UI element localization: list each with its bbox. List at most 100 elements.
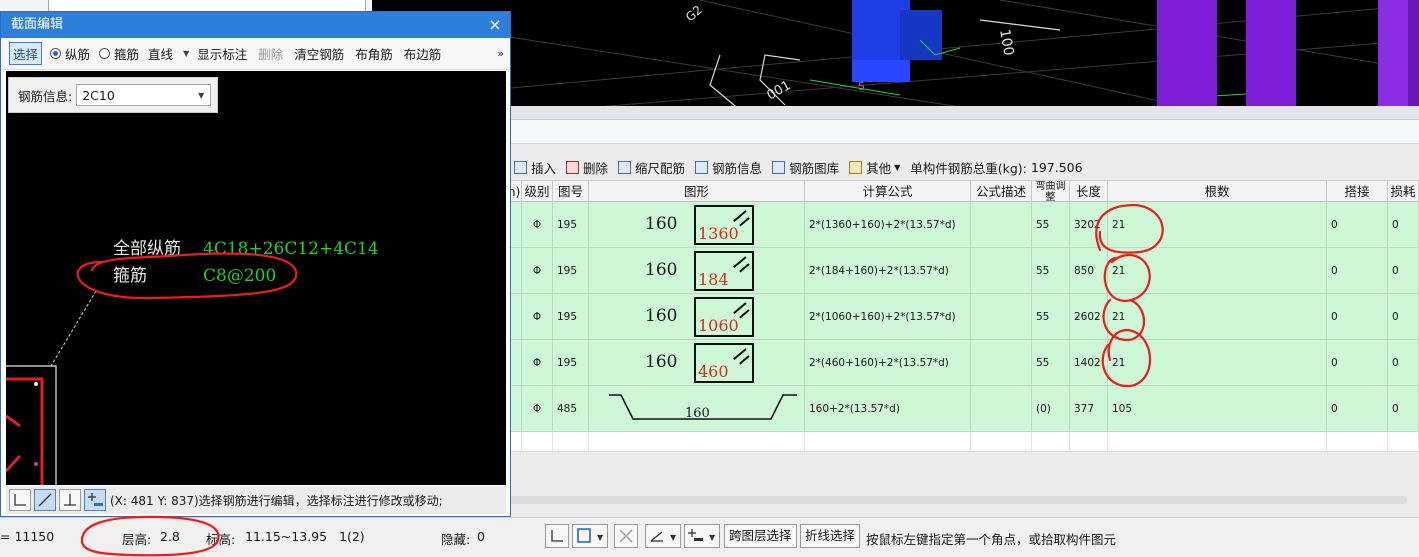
show-annotation-button[interactable]: 显示标注 xyxy=(197,44,247,63)
col-header-formula[interactable]: 计算公式 xyxy=(805,181,971,202)
purple-column-2 xyxy=(1246,0,1296,106)
table-row[interactable]: Φ 195 160 460 2*(460+160)+2*(13.57*d) 55… xyxy=(507,340,1419,386)
figure-no-cell: 195 xyxy=(553,340,589,385)
lap-cell: 0 xyxy=(1327,340,1388,385)
col-header-shape[interactable]: 图形 xyxy=(589,181,805,202)
section-canvas[interactable]: 钢筋信息: 2C10 ▼ 全部纵筋 4C18+26C12+4C14 箍筋 C8@200 xyxy=(6,71,506,485)
lap-cell: 0 xyxy=(1327,248,1388,293)
table-row-empty[interactable] xyxy=(507,432,1419,452)
formula-cell: 2*(1360+160)+2*(13.57*d) xyxy=(805,202,971,247)
loss-cell: 0 xyxy=(1388,340,1419,385)
formula-desc-cell xyxy=(971,294,1032,339)
delete-button[interactable]: 删除 xyxy=(258,44,283,63)
svg-text:▼: ▼ xyxy=(597,533,604,542)
count-cell: 21 xyxy=(1108,248,1327,293)
other-icon xyxy=(849,160,863,174)
longitudinal-radio[interactable]: 纵筋 xyxy=(50,44,90,63)
rebar-grid-header: n) 级别 图号 图形 计算公式 公式描述 弯曲调整 长度 根数 搭接 损耗 xyxy=(507,180,1419,202)
polyline-select-button[interactable]: 折线选择 xyxy=(800,524,861,548)
loss-cell: 0 xyxy=(1388,248,1419,293)
more-tools-icon[interactable]: » xyxy=(497,47,504,60)
col-header-figure-no[interactable]: 图号 xyxy=(553,181,589,202)
angle-mode-button[interactable]: ▼ xyxy=(645,524,681,548)
scale-rebar-button[interactable]: 缩尺配筋 xyxy=(618,158,685,177)
cancel-snap-button[interactable] xyxy=(614,524,638,548)
snap-box-icon: ▼ xyxy=(577,528,604,543)
col-header-count[interactable]: 根数 xyxy=(1108,181,1327,202)
col-header-formula-desc[interactable]: 公式描述 xyxy=(971,181,1032,202)
dialog-status-text: (X: 481 Y: 837)选择钢筋进行编辑，选择标注进行修改或移动; xyxy=(110,493,443,508)
elevation-label: 标高: xyxy=(206,532,236,547)
loss-cell: 0 xyxy=(1388,294,1419,339)
table-row[interactable]: Φ 195 160 1360 2*(1360+160)+2*(13.57*d) … xyxy=(507,202,1419,248)
rebar-info-button[interactable]: 钢筋信息 xyxy=(695,158,762,177)
lap-cell: 0 xyxy=(1327,202,1388,247)
floor-height-value: 2.8 xyxy=(160,529,180,544)
add-dimension-button[interactable] xyxy=(84,489,106,511)
axis-label-g2: G2 xyxy=(683,3,705,25)
dialog-title[interactable]: 截面编辑 xyxy=(1,12,510,38)
shape-cell: 160 460 xyxy=(589,340,805,385)
formula-desc-cell xyxy=(971,248,1032,293)
rebar-library-button[interactable]: 钢筋图库 xyxy=(772,158,839,177)
formula-cell: 2*(1060+160)+2*(13.57*d) xyxy=(805,294,971,339)
diagonal-snap-button[interactable] xyxy=(34,489,56,511)
length-cell: 2602 xyxy=(1070,294,1108,339)
col-header-length[interactable]: 长度 xyxy=(1070,181,1108,202)
col-header-lap[interactable]: 搭接 xyxy=(1327,181,1388,202)
close-button[interactable]: × xyxy=(486,12,504,38)
section-drawing xyxy=(6,290,97,485)
ortho-mode-button[interactable] xyxy=(545,524,569,548)
info-icon xyxy=(695,160,709,174)
object-snap-button[interactable]: ▼ xyxy=(572,524,608,548)
insert-icon xyxy=(514,160,527,174)
section-editor-dialog: 截面编辑 × 选择 纵筋 箍筋 直线 ▼ 显示标注 删除 清空钢筋 布角筋 布边筋… xyxy=(0,11,511,517)
length-cell: 3202 xyxy=(1070,202,1108,247)
col-header-grade[interactable]: 级别 xyxy=(522,181,553,202)
insert-button[interactable]: 插入 xyxy=(514,158,556,177)
bend-cell: 55 xyxy=(1032,248,1070,293)
col-header-loss[interactable]: 损耗 xyxy=(1388,181,1419,202)
grade-cell: Φ xyxy=(522,294,553,339)
ortho-snap-button[interactable] xyxy=(9,489,31,511)
bend-cell: (0) xyxy=(1032,386,1070,431)
dimension-mode-button[interactable]: ▼ xyxy=(684,524,720,548)
col-header-bend-adjust[interactable]: 弯曲调整 xyxy=(1032,181,1070,202)
purple-column-3 xyxy=(1378,0,1408,106)
select-button[interactable]: 选择 xyxy=(9,42,43,65)
loss-cell: 0 xyxy=(1388,386,1419,431)
delete-row-button[interactable]: 删除 xyxy=(566,158,608,177)
svg-text:▼: ▼ xyxy=(670,533,677,542)
cross-layer-select-button[interactable]: 跨图层选择 xyxy=(724,524,797,548)
radio-unchecked-icon xyxy=(99,48,111,59)
angle-icon: ▼ xyxy=(650,531,677,542)
dim-b: 1060 xyxy=(698,316,739,335)
table-row[interactable]: Φ 195 160 1060 2*(1060+160)+2*(13.57*d) … xyxy=(507,294,1419,340)
status-hint: 按鼠标左键指定第一个角点，或拾取构件图元 xyxy=(866,532,1117,547)
purple-column-1 xyxy=(1157,0,1217,106)
scale-icon xyxy=(618,160,632,174)
ortho-icon xyxy=(551,530,563,542)
close-icon xyxy=(619,529,633,543)
library-icon xyxy=(772,160,786,174)
table-row[interactable]: Φ 195 160 184 2*(184+160)+2*(13.57*d) 55… xyxy=(507,248,1419,294)
figure-no-cell: 195 xyxy=(553,202,589,247)
table-row[interactable]: Φ 485 160 160+2*(13.57*d) (0) 377 105 0 … xyxy=(507,386,1419,432)
svg-text:▼: ▼ xyxy=(709,533,716,542)
stirrup-shape: 1360 xyxy=(694,205,754,245)
stirrup-shape: 184 xyxy=(694,251,754,291)
shape-cell: 160 184 xyxy=(589,248,805,293)
formula-desc-cell xyxy=(971,340,1032,385)
horizontal-scrollbar[interactable] xyxy=(507,496,1407,504)
line-mode-dropdown[interactable]: 直线 ▼ xyxy=(148,44,189,63)
dialog-status-bar: (X: 481 Y: 837)选择钢筋进行编辑，选择标注进行修改或移动; xyxy=(6,486,506,514)
other-menu-button[interactable]: 其他 ▼ xyxy=(849,158,900,177)
figure-no-cell: 195 xyxy=(553,248,589,293)
corner-rebar-button[interactable]: 布角筋 xyxy=(355,44,393,63)
clear-rebar-button[interactable]: 清空钢筋 xyxy=(294,44,344,63)
perpendicular-snap-button[interactable] xyxy=(59,489,81,511)
count-cell: 21 xyxy=(1108,202,1327,247)
edge-rebar-button[interactable]: 布边筋 xyxy=(404,44,442,63)
delete-icon xyxy=(566,160,580,174)
stirrup-radio[interactable]: 箍筋 xyxy=(99,44,139,63)
